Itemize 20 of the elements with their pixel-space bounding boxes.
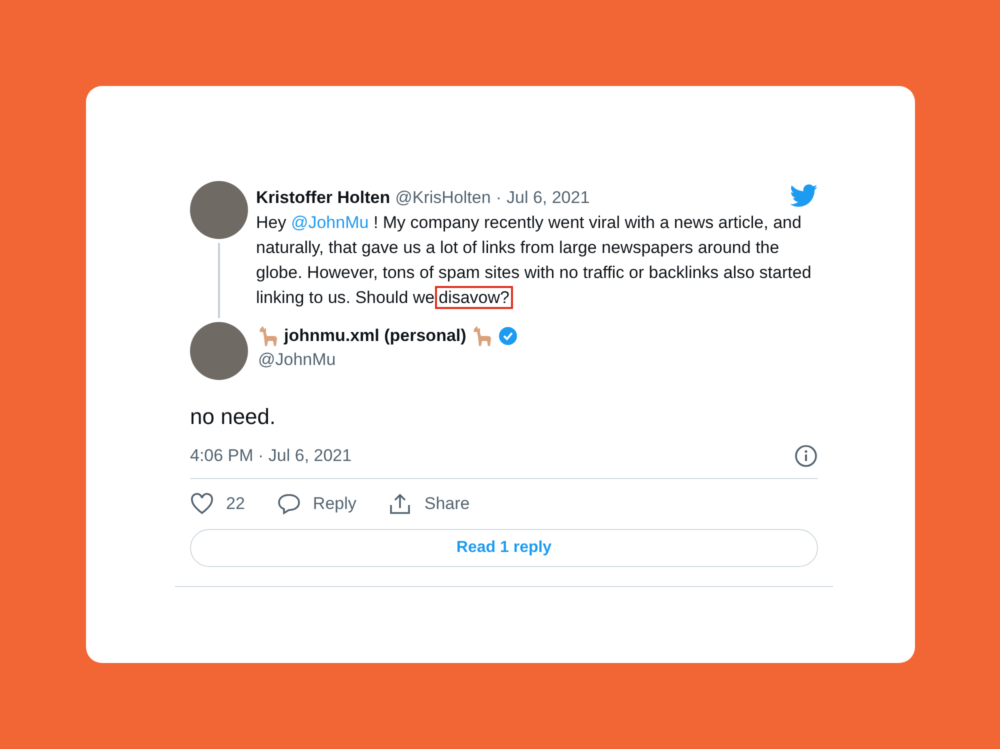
heart-icon: [190, 493, 214, 515]
reply-text: no need.: [190, 404, 277, 430]
reply-action[interactable]: Reply: [276, 493, 356, 515]
tweet-text: Hey @JohnMu ! My company recently went viral with a news article, and naturally, that gave us a lot of links from large newspapers around the globe. However, tons of spam sites with no traffic or backlinks also started linking to us. Should we disavow?: [256, 212, 812, 309]
author-name[interactable]: johnmu.xml (personal): [284, 326, 466, 346]
llama-icon: [472, 325, 492, 347]
author-handle[interactable]: @JohnMu: [258, 350, 518, 370]
author-name[interactable]: Kristoffer Holten: [256, 188, 390, 208]
like-action[interactable]: 22: [190, 493, 245, 515]
info-icon[interactable]: [794, 444, 818, 468]
tweet-timestamp[interactable]: 4:06 PM · Jul 6, 2021: [190, 446, 352, 466]
llama-icon: [258, 325, 278, 347]
separator-dot: ·: [496, 188, 502, 208]
share-icon: [388, 493, 412, 515]
highlighted-word: disavow?: [436, 288, 512, 307]
tweet-date[interactable]: Jul 6, 2021: [506, 188, 590, 208]
author-handle[interactable]: @KrisHolten: [395, 188, 491, 208]
share-action[interactable]: Share: [388, 493, 470, 515]
speech-bubble-icon: [276, 493, 301, 515]
bird-logo-icon: [790, 184, 818, 208]
